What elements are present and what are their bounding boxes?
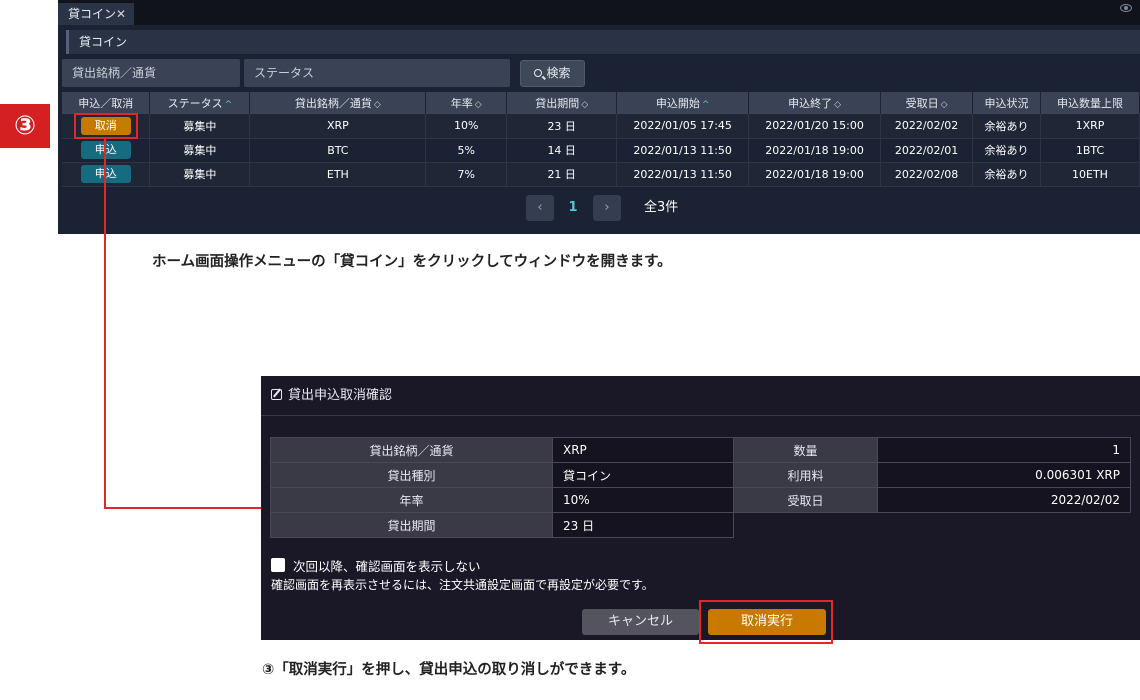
cell-end: 2022/01/18 19:00 <box>748 138 882 163</box>
cell-period: 14 日 <box>506 138 618 163</box>
table-row: 貸出種別 貸コイン 利用料 0.006301 XRP <box>270 462 1131 488</box>
header-status[interactable]: ステータス ^ <box>149 92 251 114</box>
connector-line <box>104 507 262 509</box>
edit-icon <box>271 389 282 400</box>
label-rate: 年率 <box>270 487 553 513</box>
current-page[interactable]: 1 <box>564 195 582 221</box>
hide-confirm-checkbox[interactable] <box>271 558 285 572</box>
cell-rate: 7% <box>425 162 508 187</box>
cancel-button[interactable]: キャンセル <box>582 609 699 635</box>
label-quantity: 数量 <box>733 437 878 463</box>
tab-lending-coin[interactable]: 貸コイン ✕ <box>58 3 134 25</box>
sort-asc-icon: ^ <box>701 100 710 110</box>
value-period: 23 日 <box>552 512 734 538</box>
close-icon[interactable]: ✕ <box>116 3 126 25</box>
symbol-filter-input[interactable]: 貸出銘柄／通貨 <box>62 59 240 87</box>
table-row: 取消 募集中 XRP 10% 23 日 2022/01/05 17:45 202… <box>62 114 1140 139</box>
cell-start: 2022/01/13 11:50 <box>616 138 750 163</box>
value-fee: 0.006301 XRP <box>877 462 1131 488</box>
cell-status: 募集中 <box>149 138 251 163</box>
label-type: 貸出種別 <box>270 462 553 488</box>
next-page-button[interactable]: › <box>593 195 621 221</box>
highlight-frame-cancel <box>74 113 138 139</box>
value-rate: 10% <box>552 487 734 513</box>
cell-state: 余裕あり <box>972 114 1041 139</box>
sort-icon: ◇ <box>474 100 482 110</box>
sort-icon: ◇ <box>373 100 381 110</box>
step-badge: ③ <box>0 104 50 148</box>
lending-table: 申込／取消 ステータス ^ 貸出銘柄／通貨 ◇ 年率 ◇ 貸出期間 ◇ 申込開始 ^ 申込… <box>62 92 1140 187</box>
connector-line <box>104 139 106 508</box>
value-type: 貸コイン <box>552 462 734 488</box>
header-state: 申込状況 <box>972 92 1041 114</box>
cell-status: 募集中 <box>149 114 251 139</box>
instruction-text-1: ホーム画面操作メニューの「貸コイン」をクリックしてウィンドウを開きます。 <box>152 254 672 270</box>
total-count: 全3件 <box>644 200 679 215</box>
value-receive: 2022/02/02 <box>877 487 1131 513</box>
cell-limit: 1XRP <box>1040 114 1140 139</box>
table-row: 申込 募集中 BTC 5% 14 日 2022/01/13 11:50 2022… <box>62 138 1140 163</box>
sort-icon: ◇ <box>834 100 842 110</box>
cell-receive: 2022/02/01 <box>880 138 974 163</box>
label-symbol: 貸出銘柄／通貨 <box>270 437 553 463</box>
cell-end: 2022/01/18 19:00 <box>748 162 882 187</box>
search-button-label: 検索 <box>546 66 571 80</box>
label-receive: 受取日 <box>733 487 878 513</box>
label-period: 貸出期間 <box>270 512 553 538</box>
cell-symbol: BTC <box>249 138 427 163</box>
confirm-details-table: 貸出銘柄／通貨 XRP 数量 1 貸出種別 貸コイン 利用料 0.006301 … <box>270 437 1131 538</box>
header-end[interactable]: 申込終了 ◇ <box>748 92 882 114</box>
search-icon <box>534 69 543 77</box>
header-action: 申込／取消 <box>62 92 151 114</box>
panel-title: 貸コイン <box>66 30 1140 54</box>
header-rate[interactable]: 年率 ◇ <box>425 92 508 114</box>
sort-asc-icon: ^ <box>224 100 233 110</box>
cell-limit: 1BTC <box>1040 138 1140 163</box>
header-start[interactable]: 申込開始 ^ <box>616 92 750 114</box>
checkbox-label[interactable]: 次回以降、確認画面を表示しない <box>293 556 481 575</box>
search-button[interactable]: 検索 <box>520 60 585 87</box>
table-row: 年率 10% 受取日 2022/02/02 <box>270 487 1131 513</box>
value-symbol: XRP <box>552 437 734 463</box>
table-header-row: 申込／取消 ステータス ^ 貸出銘柄／通貨 ◇ 年率 ◇ 貸出期間 ◇ 申込開始 ^ 申込… <box>62 92 1140 114</box>
cell-state: 余裕あり <box>972 138 1041 163</box>
highlight-frame-execute <box>699 600 833 644</box>
dialog-header: 貸出申込取消確認 <box>261 376 1140 416</box>
cell-rate: 5% <box>425 138 508 163</box>
table-row: 申込 募集中 ETH 7% 21 日 2022/01/13 11:50 2022… <box>62 162 1140 187</box>
header-receive[interactable]: 受取日 ◇ <box>880 92 974 114</box>
lending-coin-panel: 貸コイン ✕ 貸コイン 貸出銘柄／通貨 ステータス 検索 申込／取消 ステータス… <box>58 0 1140 234</box>
label-fee: 利用料 <box>733 462 878 488</box>
cell-end: 2022/01/20 15:00 <box>748 114 882 139</box>
prev-page-button[interactable]: ‹ <box>526 195 554 221</box>
sort-icon: ◇ <box>940 100 948 110</box>
table-row: 貸出銘柄／通貨 XRP 数量 1 <box>270 437 1131 463</box>
cell-period: 21 日 <box>506 162 618 187</box>
status-filter-input[interactable]: ステータス <box>244 59 510 87</box>
header-limit: 申込数量上限 <box>1040 92 1140 114</box>
value-quantity: 1 <box>877 437 1131 463</box>
sort-icon: ◇ <box>581 100 589 110</box>
cell-receive: 2022/02/08 <box>880 162 974 187</box>
cell-status: 募集中 <box>149 162 251 187</box>
cell-rate: 10% <box>425 114 508 139</box>
eye-icon[interactable] <box>1120 4 1132 12</box>
instruction-text-2: ③「取消実行」を押し、貸出申込の取り消しができます。 <box>262 662 636 678</box>
confirm-note: 確認画面を再表示させるには、注文共通設定画面で再設定が必要です。 <box>271 578 654 592</box>
cell-state: 余裕あり <box>972 162 1041 187</box>
cell-symbol: XRP <box>249 114 427 139</box>
cell-symbol: ETH <box>249 162 427 187</box>
cell-receive: 2022/02/02 <box>880 114 974 139</box>
cell-limit: 10ETH <box>1040 162 1140 187</box>
dialog-title: 貸出申込取消確認 <box>288 388 393 403</box>
tab-bar: 貸コイン ✕ <box>58 0 1140 25</box>
table-row: 貸出期間 23 日 <box>270 512 1131 538</box>
cell-start: 2022/01/13 11:50 <box>616 162 750 187</box>
cell-start: 2022/01/05 17:45 <box>616 114 750 139</box>
tab-label: 貸コイン <box>68 7 117 21</box>
header-symbol[interactable]: 貸出銘柄／通貨 ◇ <box>249 92 427 114</box>
cell-period: 23 日 <box>506 114 618 139</box>
header-period[interactable]: 貸出期間 ◇ <box>506 92 618 114</box>
